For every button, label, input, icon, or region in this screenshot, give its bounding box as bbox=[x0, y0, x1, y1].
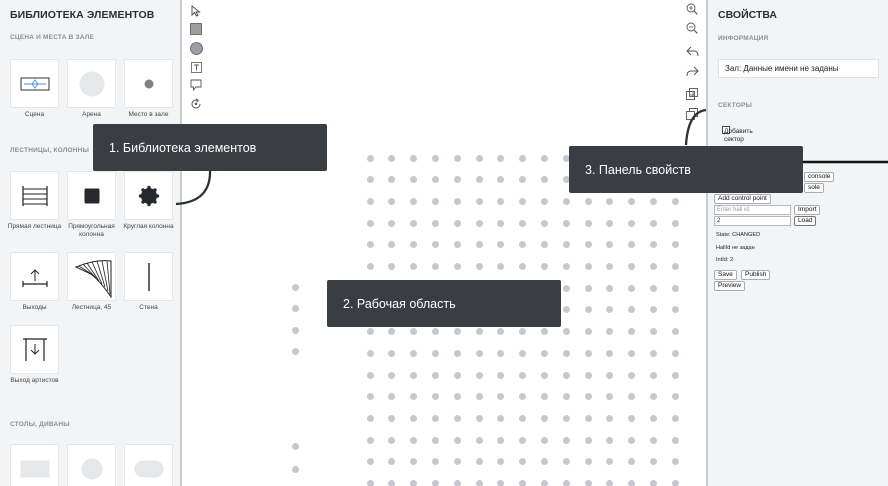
callout-library: 1. Библиотека элементов bbox=[93, 124, 327, 171]
callout-connectors bbox=[175, 108, 888, 206]
callout-properties-text: 3. Панель свойств bbox=[585, 162, 691, 177]
callout-workspace-text: 2. Рабочая область bbox=[343, 296, 456, 311]
callout-library-text: 1. Библиотека элементов bbox=[109, 140, 257, 155]
callout-workspace: 2. Рабочая область bbox=[327, 280, 561, 327]
callout-properties: 3. Панель свойств bbox=[569, 146, 803, 193]
